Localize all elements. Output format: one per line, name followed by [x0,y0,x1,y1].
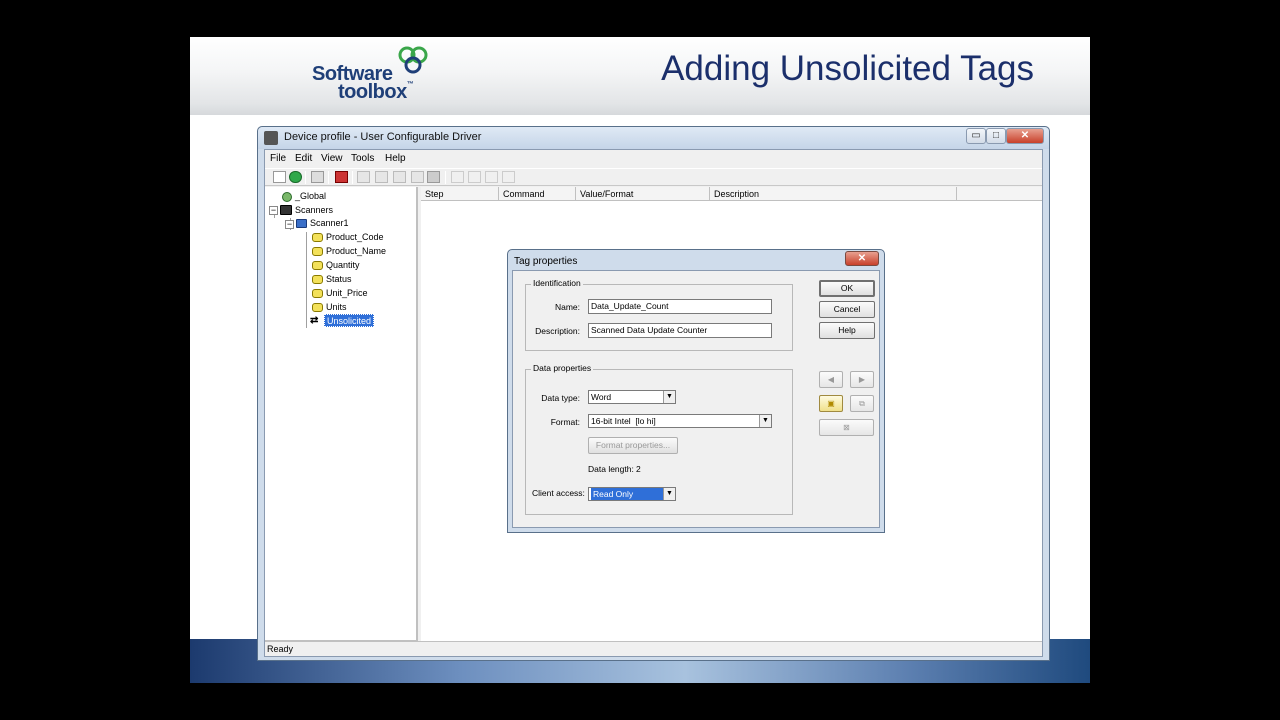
next-tag-icon[interactable]: ▶ [850,371,874,388]
add-tag-icon[interactable] [393,171,406,183]
delete-icon[interactable] [502,171,515,183]
tree-item-global[interactable]: _Global [295,190,326,203]
global-icon [282,192,292,202]
tag-icon [312,233,323,242]
app-icon [264,131,278,145]
column-value-format[interactable]: Value/Format [576,187,710,201]
column-description[interactable]: Description [710,187,957,201]
slide-header: Software toolbox™ Adding Unsolicited Tag… [190,37,1090,115]
identification-group: Identification Name: Data_Update_Count D… [525,278,793,351]
copy-icon[interactable] [468,171,481,183]
menu-file[interactable]: File [270,153,286,164]
paste-icon[interactable] [485,171,498,183]
identification-label: Identification [531,278,583,288]
connect-icon[interactable] [289,171,302,183]
menu-bar: File Edit View Tools Help [265,150,1042,168]
data-length-label: Data length: [588,464,634,474]
dialog-close-button[interactable]: ✕ [845,251,879,266]
data-length-value: 2 [636,464,641,474]
data-properties-group: Data properties Data type: Word ▼ Format… [525,363,793,515]
data-type-label: Data type: [541,393,580,403]
scanners-icon [280,205,292,215]
tag-properties-dialog: Tag properties ✕ Identification Name: Da… [507,249,885,533]
add-scanner-icon[interactable] [357,171,370,183]
window-title: Device profile - User Configurable Drive… [284,131,482,143]
dialog-body: Identification Name: Data_Update_Count D… [512,270,880,528]
client-access-select[interactable]: Read Only ▼ [588,487,676,501]
window-titlebar[interactable]: Device profile - User Configurable Drive… [258,127,1049,149]
tag-icon [312,289,323,298]
format-properties-button[interactable]: Format properties... [588,437,678,454]
print-icon[interactable] [311,171,324,183]
tree-item-tag[interactable]: Product_Name [326,245,386,258]
dropdown-arrow-icon[interactable]: ▼ [663,391,675,403]
tag-properties-icon[interactable] [427,171,440,183]
profile-tree: _Global − Scanners − Scanner1 Product_Co… [265,187,418,641]
menu-view[interactable]: View [321,153,343,164]
tag-icon [312,303,323,312]
dropdown-arrow-icon[interactable]: ▼ [759,415,771,427]
client-access-label: Client access: [532,488,585,498]
menu-help[interactable]: Help [385,153,406,164]
description-label: Description: [535,326,580,336]
status-bar: Ready [265,641,1042,656]
logo-text-toolbox: toolbox™ [338,81,414,103]
toolbar-separator [328,171,329,184]
tree-item-tag[interactable]: Product_Code [326,231,384,244]
dialog-title: Tag properties [514,256,578,267]
help-button[interactable]: Help [819,322,875,339]
tag-icon [312,261,323,270]
status-text: Ready [267,644,294,654]
dropdown-arrow-icon[interactable]: ▼ [663,488,675,500]
format-select[interactable]: 16-bit Intel [lo hi] ▼ [588,414,772,428]
tree-item-unsolicited[interactable]: Unsolicited [324,314,375,327]
new-icon[interactable] [273,171,286,183]
unsolicited-arrows-icon: ⇄ [310,315,319,326]
toolbar-separator [305,171,306,184]
add-folder-icon[interactable] [375,171,388,183]
menu-tools[interactable]: Tools [351,153,374,164]
cancel-button[interactable]: Cancel [819,301,875,318]
tree-connector [306,232,307,328]
ok-button[interactable]: OK [819,280,875,297]
format-label: Format: [550,417,580,427]
toolbar-separator [352,171,353,184]
tree-item-tag[interactable]: Status [326,273,352,286]
copy-tag-icon[interactable]: ⧉ [850,395,874,412]
tree-item-scanners[interactable]: Scanners [295,204,333,217]
tree-item-tag[interactable]: Units [326,301,347,314]
maximize-button[interactable]: □ [986,128,1006,144]
cut-icon[interactable] [451,171,464,183]
logo-mark-icon [398,46,428,74]
delete-tag-icon[interactable]: ⊠ [819,419,874,436]
column-step[interactable]: Step [421,187,499,201]
tree-item-scanner1[interactable]: Scanner1 [310,217,349,230]
add-unsolicited-icon[interactable] [411,171,424,183]
column-command[interactable]: Command [499,187,576,201]
description-input[interactable]: Scanned Data Update Counter [588,323,772,338]
new-tag-icon[interactable]: ▣ [819,395,843,412]
data-type-select[interactable]: Word ▼ [588,390,676,404]
collapse-icon[interactable]: − [285,220,294,229]
collapse-icon[interactable]: − [269,206,278,215]
name-label: Name: [554,302,580,312]
close-button[interactable]: ✕ [1006,128,1044,144]
name-input[interactable]: Data_Update_Count [588,299,772,314]
slide-title: Adding Unsolicited Tags [661,49,1034,88]
tree-item-tag[interactable]: Unit_Price [326,287,368,300]
data-properties-label: Data properties [531,363,594,373]
toolbar [265,168,1042,186]
minimize-button[interactable]: ▭ [966,128,986,144]
tree-item-tag[interactable]: Quantity [326,259,360,272]
tag-icon [312,247,323,256]
software-toolbox-logo: Software toolbox™ [310,43,430,105]
previous-tag-icon[interactable]: ◀ [819,371,843,388]
toolbar-separator [445,171,446,184]
scanner-icon [296,219,307,228]
menu-edit[interactable]: Edit [295,153,312,164]
list-header: Step Command Value/Format Description [421,187,1042,201]
tag-icon [312,275,323,284]
properties-icon[interactable] [335,171,348,183]
